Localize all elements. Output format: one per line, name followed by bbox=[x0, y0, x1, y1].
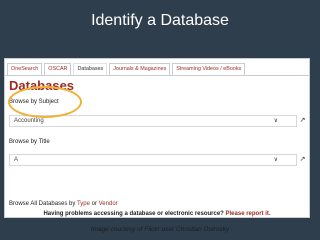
external-link-icon: ↗ bbox=[299, 117, 306, 124]
browse-title-label: Browse by Title bbox=[9, 139, 50, 145]
title-select[interactable]: A ∨ bbox=[9, 154, 297, 166]
search-tabs: OneSearch OSCAR Databases Journals & Mag… bbox=[7, 63, 247, 75]
highlight-ellipse bbox=[8, 86, 82, 118]
tab-onesearch[interactable]: OneSearch bbox=[7, 63, 43, 75]
problem-text: Having problems accessing a database or … bbox=[43, 211, 224, 217]
tab-divider bbox=[5, 75, 309, 76]
tab-streaming-videos-ebooks[interactable]: Streaming Videos / eBooks bbox=[172, 63, 246, 75]
or-text: or bbox=[91, 201, 97, 207]
chevron-down-icon: ∨ bbox=[273, 157, 278, 163]
subject-select-value: Accounting bbox=[14, 118, 44, 124]
image-caption: Image courtesy of Flickr user Christian … bbox=[90, 226, 230, 233]
chevron-down-icon: ∨ bbox=[273, 118, 278, 124]
vendor-link[interactable]: Vendor bbox=[99, 201, 118, 207]
external-link-icon: ↗ bbox=[299, 156, 306, 163]
browse-all-prefix: Browse All Databases by bbox=[9, 201, 76, 207]
slide-title: Identify a Database bbox=[91, 12, 229, 29]
browse-all-databases: Browse All Databases by Type or Vendor bbox=[9, 201, 118, 207]
title-go-button[interactable]: ↗ bbox=[298, 154, 307, 166]
tab-oscar[interactable]: OSCAR bbox=[44, 63, 72, 75]
type-link[interactable]: Type bbox=[77, 201, 90, 207]
problem-notice: Having problems accessing a database or … bbox=[5, 211, 309, 217]
title-select-value: A bbox=[14, 157, 19, 163]
subject-go-button[interactable]: ↗ bbox=[298, 115, 307, 127]
report-link[interactable]: Please report it. bbox=[226, 211, 271, 217]
database-panel: OneSearch OSCAR Databases Journals & Mag… bbox=[4, 58, 310, 218]
tab-databases[interactable]: Databases bbox=[73, 63, 108, 75]
tab-journals-magazines[interactable]: Journals & Magazines bbox=[109, 63, 171, 75]
